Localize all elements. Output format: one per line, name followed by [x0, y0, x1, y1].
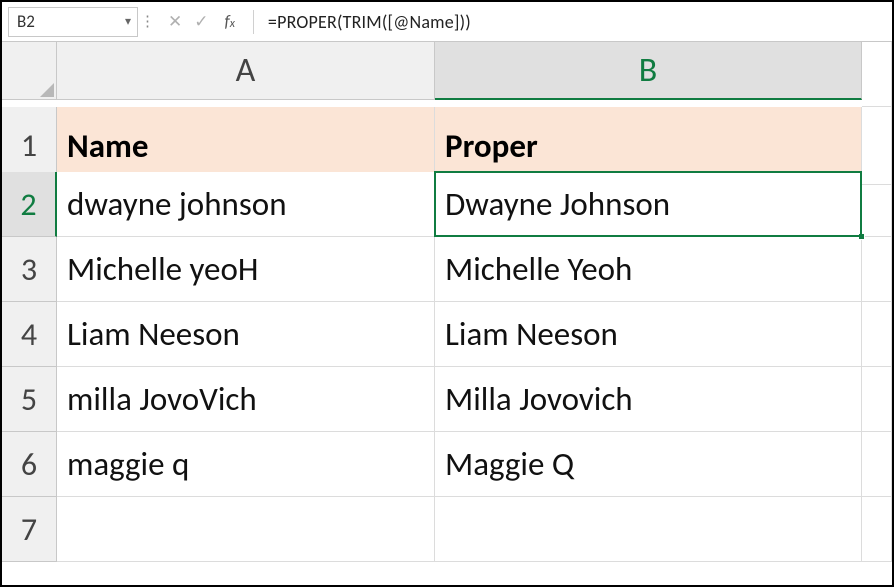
column-header-B[interactable]: B — [435, 42, 862, 100]
row-header-4[interactable]: 4 — [2, 302, 57, 367]
cell-A6[interactable]: maggie q — [57, 432, 435, 497]
name-box-value: B2 — [17, 11, 35, 32]
fx-icon[interactable]: fx — [225, 11, 235, 32]
cell-C5[interactable] — [862, 367, 892, 432]
cell-A5[interactable]: milla JovoVich — [57, 367, 435, 432]
row-header-7[interactable]: 7 — [2, 497, 57, 562]
cell-B4[interactable]: Liam Neeson — [435, 302, 862, 367]
cell-B7[interactable] — [435, 497, 862, 562]
cell-A4[interactable]: Liam Neeson — [57, 302, 435, 367]
cell-C3[interactable] — [862, 237, 892, 302]
divider — [253, 10, 254, 34]
fill-handle[interactable] — [858, 233, 865, 240]
cell-C7[interactable] — [862, 497, 892, 562]
select-all-corner[interactable] — [2, 42, 57, 100]
cell-A7[interactable] — [57, 497, 435, 562]
name-box[interactable]: B2 ▾ — [8, 7, 138, 37]
cell-A2[interactable]: dwayne johnson — [57, 172, 435, 237]
row-header-2[interactable]: 2 — [2, 172, 57, 237]
enter-icon[interactable]: ✓ — [194, 11, 208, 32]
formula-input[interactable]: =PROPER(TRIM([@Name])) — [262, 11, 892, 33]
formula-bar: B2 ▾ ⋮ ✕ ✓ fx =PROPER(TRIM([@Name])) — [2, 2, 892, 42]
select-all-triangle-icon — [40, 83, 54, 97]
cell-A3[interactable]: Michelle yeoH — [57, 237, 435, 302]
spreadsheet-grid: A B 1 Name Proper 2 dwayne johnson Dwayn… — [2, 42, 892, 562]
column-header-empty[interactable] — [862, 42, 892, 107]
cell-C2[interactable] — [862, 172, 892, 237]
cell-B6[interactable]: Maggie Q — [435, 432, 862, 497]
vertical-dots-icon[interactable]: ⋮ — [140, 12, 156, 31]
chevron-down-icon[interactable]: ▾ — [125, 14, 131, 29]
cell-B5[interactable]: Milla Jovovich — [435, 367, 862, 432]
row-header-6[interactable]: 6 — [2, 432, 57, 497]
cell-B2-value: Dwayne Johnson — [445, 184, 670, 224]
cell-C6[interactable] — [862, 432, 892, 497]
cell-B3[interactable]: Michelle Yeoh — [435, 237, 862, 302]
column-header-A[interactable]: A — [57, 42, 435, 100]
row-header-5[interactable]: 5 — [2, 367, 57, 432]
cancel-icon[interactable]: ✕ — [168, 11, 182, 32]
cell-B2[interactable]: Dwayne Johnson — [435, 172, 862, 237]
row-header-3[interactable]: 3 — [2, 237, 57, 302]
cell-C4[interactable] — [862, 302, 892, 367]
